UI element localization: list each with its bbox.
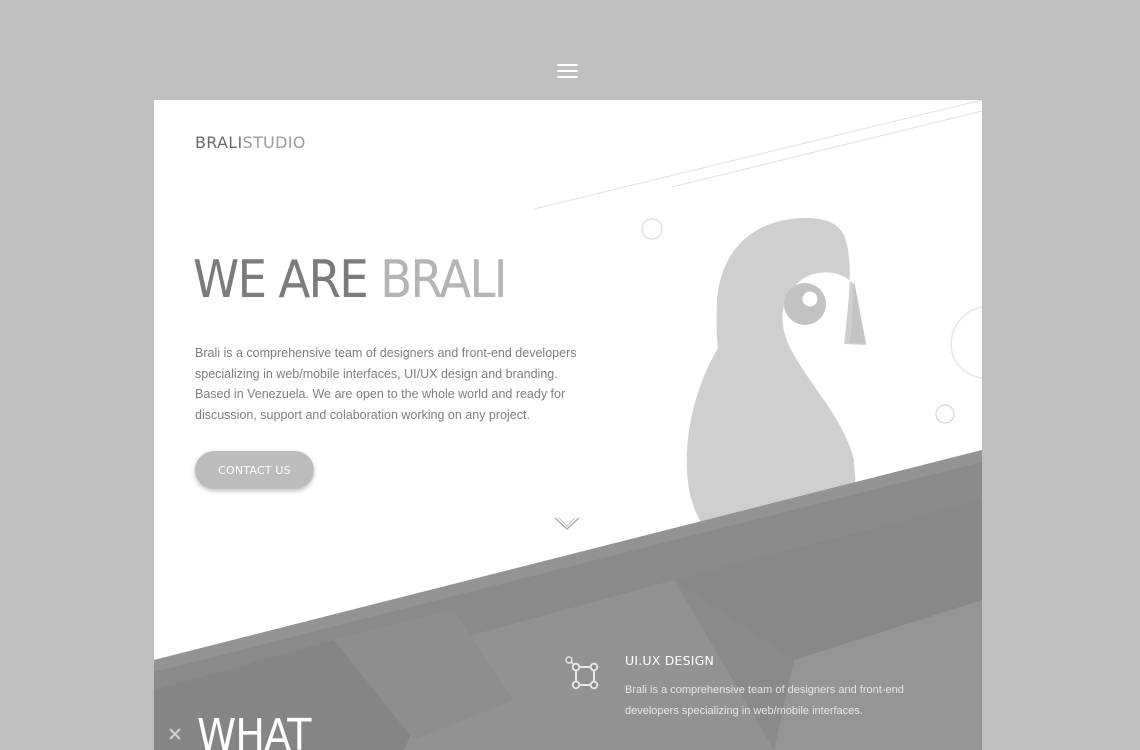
- hero-title: WE ARE BRALI: [193, 250, 508, 310]
- section-title: WHAT: [197, 710, 311, 750]
- hero-title-main: WE ARE: [193, 250, 381, 310]
- hero-card: BRALISTUDIO WE ARE BRALI Brali is a comp…: [154, 100, 982, 750]
- hamburger-line: [557, 64, 578, 66]
- close-icon[interactable]: [167, 726, 183, 742]
- brand-name-bold: BRALI: [195, 133, 243, 152]
- vector-nodes-icon: [565, 656, 599, 690]
- hamburger-line: [557, 70, 578, 72]
- contact-us-button[interactable]: CONTACT US: [195, 451, 314, 489]
- brand-logo[interactable]: BRALISTUDIO: [195, 133, 306, 152]
- service-description: Brali is a comprehensive team of designe…: [625, 684, 904, 717]
- brand-name-light: STUDIO: [242, 133, 306, 152]
- chevron-down-icon[interactable]: [553, 514, 583, 532]
- hero-title-accent: BRALI: [380, 250, 507, 310]
- hamburger-menu-button[interactable]: [557, 64, 578, 78]
- hamburger-line: [557, 76, 578, 78]
- hero-description: Brali is a comprehensive team of designe…: [195, 346, 577, 422]
- service-title: UI.UX DESIGN: [625, 653, 715, 668]
